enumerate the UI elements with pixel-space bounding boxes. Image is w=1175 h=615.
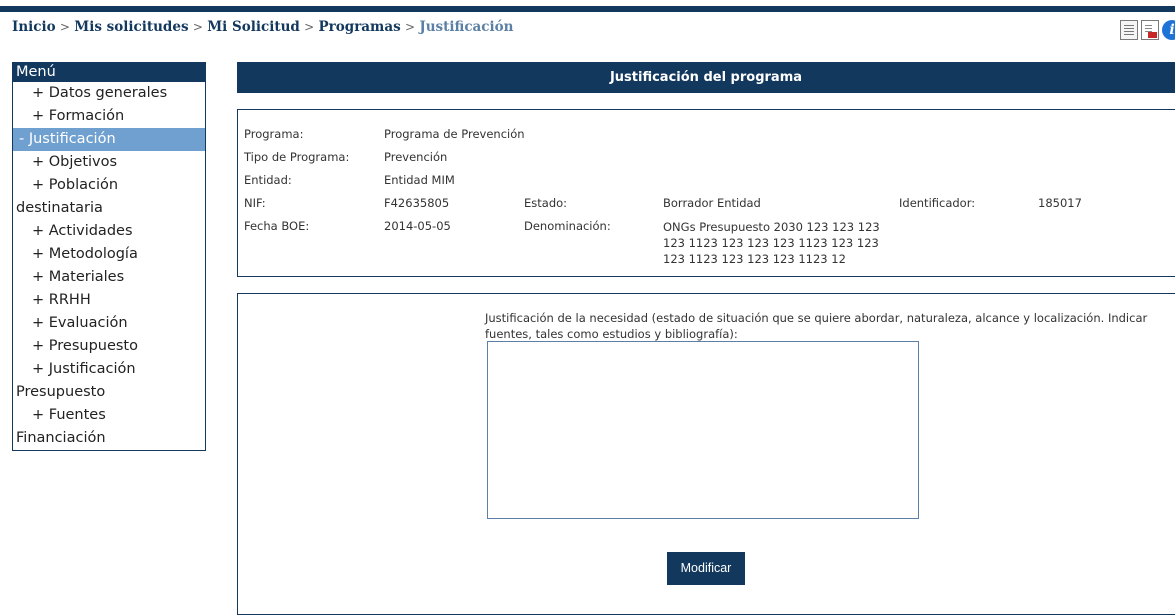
- menu-item-label: Fuentes: [48, 407, 106, 423]
- estado-value: Borrador Entidad: [663, 196, 761, 210]
- breadcrumb-current: Justificación: [419, 19, 514, 35]
- entidad-value: Entidad MIM: [384, 173, 455, 187]
- menu-item-prefix: +: [32, 315, 45, 331]
- menu-item-prefix: +: [32, 85, 45, 101]
- menu-item-label-continuation: destinataria: [16, 200, 103, 216]
- menu-item-prefix: +: [32, 246, 45, 262]
- menu-item-justificacion-presupuesto[interactable]: + Justificación Presupuesto: [13, 358, 205, 404]
- menu-item-label: Presupuesto: [48, 338, 138, 354]
- pdf-report-icon[interactable]: [1141, 20, 1159, 40]
- tipo-programa-value: Prevención: [384, 150, 448, 164]
- menu-item-prefix: +: [32, 338, 45, 354]
- document-list-icon[interactable]: [1120, 20, 1138, 40]
- breadcrumb: Inicio > Mis solicitudes > Mi Solicitud …: [12, 19, 513, 35]
- menu-item-label: Evaluación: [48, 315, 128, 331]
- justificacion-necesidad-label: Justificación de la necesidad (estado de…: [485, 311, 1148, 341]
- panel-title: Justificación del programa: [237, 62, 1175, 93]
- breadcrumb-separator: >: [304, 20, 315, 34]
- menu-item-poblacion-destinataria[interactable]: + Población destinataria: [13, 174, 205, 220]
- menu-item-label: RRHH: [48, 292, 91, 308]
- menu-item-fuentes-financiacion[interactable]: + Fuentes Financiación: [13, 404, 205, 450]
- menu-item-rrhh[interactable]: + RRHH: [13, 289, 205, 312]
- estado-label: Estado:: [524, 196, 568, 210]
- menu-title: Menú: [13, 63, 205, 82]
- menu-item-materiales[interactable]: + Materiales: [13, 266, 205, 289]
- programa-label: Programa:: [244, 127, 304, 141]
- breadcrumb-programas[interactable]: Programas: [318, 19, 400, 35]
- menu-item-evaluacion[interactable]: + Evaluación: [13, 312, 205, 335]
- denominacion-value: ONGs Presupuesto 2030 123 123 123 123 11…: [663, 220, 880, 266]
- menu-item-justificacion[interactable]: - Justificación: [13, 128, 205, 151]
- menu-item-prefix: +: [32, 223, 45, 239]
- menu-item-prefix: +: [32, 108, 45, 124]
- tipo-programa-label: Tipo de Programa:: [244, 150, 350, 164]
- program-info-box: Programa: Programa de Prevención Tipo de…: [237, 109, 1175, 277]
- programa-value: Programa de Prevención: [384, 127, 525, 141]
- menu-item-actividades[interactable]: + Actividades: [13, 220, 205, 243]
- nif-value: F42635805: [384, 196, 450, 210]
- breadcrumb-mi-solicitud[interactable]: Mi Solicitud: [207, 19, 300, 35]
- menu-item-formacion[interactable]: + Formación: [13, 105, 205, 128]
- fecha-boe-value: 2014-05-05: [384, 219, 451, 233]
- breadcrumb-inicio[interactable]: Inicio: [12, 19, 56, 35]
- breadcrumb-separator: >: [404, 20, 416, 34]
- menu-item-presupuesto[interactable]: + Presupuesto: [13, 335, 205, 358]
- menu-item-label-continuation: Financiación: [16, 430, 106, 446]
- breadcrumb-separator: >: [192, 20, 203, 34]
- menu-item-label: Actividades: [48, 223, 133, 239]
- menu-item-label: Datos generales: [48, 85, 168, 101]
- menu-item-objetivos[interactable]: + Objetivos: [13, 151, 205, 174]
- justification-form: Justificación de la necesidad (estado de…: [237, 293, 1175, 615]
- nif-label: NIF:: [244, 196, 266, 210]
- justificacion-necesidad-textarea[interactable]: [487, 341, 919, 519]
- menu-item-metodologia[interactable]: + Metodología: [13, 243, 205, 266]
- menu-item-prefix: +: [32, 292, 45, 308]
- modificar-button[interactable]: Modificar: [667, 552, 745, 585]
- info-icon[interactable]: i: [1162, 20, 1175, 40]
- menu-item-label: Metodología: [48, 246, 138, 262]
- entidad-label: Entidad:: [244, 173, 292, 187]
- menu-item-prefix: +: [32, 269, 45, 285]
- denominacion-label: Denominación:: [524, 219, 611, 233]
- menu-item-label: Materiales: [48, 269, 125, 285]
- fecha-boe-label: Fecha BOE:: [244, 219, 310, 233]
- menu-item-label: Población: [48, 177, 119, 193]
- menu-item-label: Formación: [48, 108, 125, 124]
- identificador-label: Identificador:: [899, 196, 976, 210]
- header-icon-toolbar: i: [1120, 20, 1175, 42]
- breadcrumb-separator: >: [59, 20, 70, 34]
- identificador-value: 185017: [1038, 196, 1082, 210]
- menu-item-prefix: -: [19, 131, 25, 147]
- menu-item-prefix: +: [32, 154, 45, 170]
- menu-item-label: Justificación: [28, 131, 116, 147]
- menu-item-label: Objetivos: [48, 154, 118, 170]
- menu-item-prefix: +: [32, 407, 45, 423]
- side-menu: Menú + Datos generales + Formación - Jus…: [12, 62, 206, 451]
- breadcrumb-mis-solicitudes[interactable]: Mis solicitudes: [74, 19, 188, 35]
- menu-item-prefix: +: [32, 361, 45, 377]
- top-accent-bar: [0, 6, 1175, 12]
- menu-item-label: Justificación: [48, 361, 136, 377]
- menu-item-datos-generales[interactable]: + Datos generales: [13, 82, 205, 105]
- menu-item-prefix: +: [32, 177, 45, 193]
- menu-item-label-continuation: Presupuesto: [16, 384, 106, 400]
